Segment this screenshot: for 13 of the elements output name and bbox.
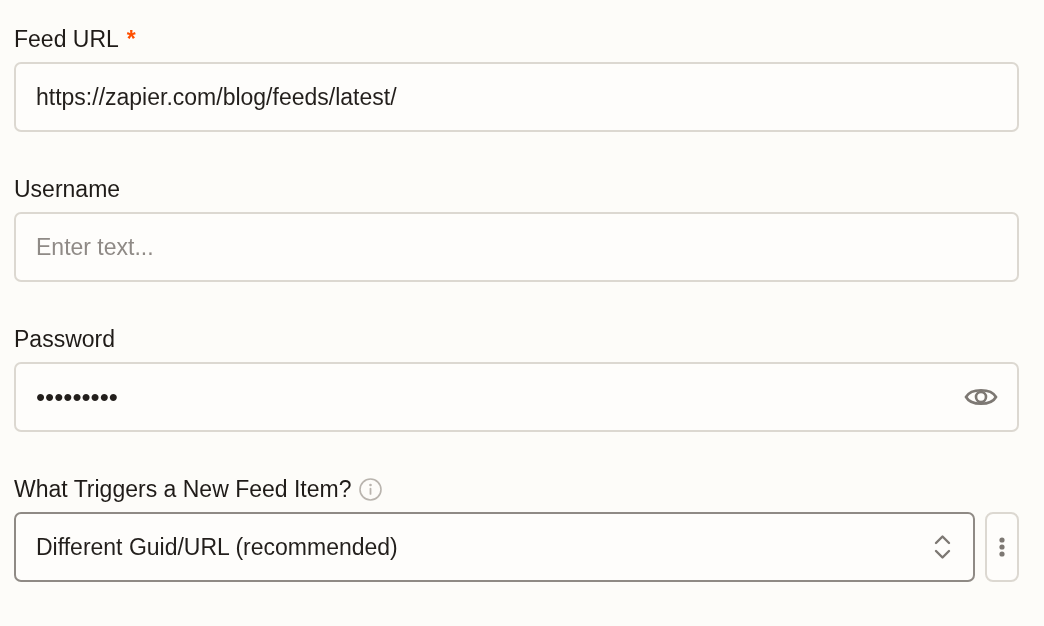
chevron-up-down-icon: [934, 534, 951, 560]
info-icon[interactable]: [359, 477, 383, 501]
field-label: What Triggers a New Feed Item?: [14, 475, 352, 504]
text-field[interactable]: Enter text...: [14, 212, 1019, 282]
dropdown-field[interactable]: Different Guid/URL (recommended): [14, 512, 975, 582]
vertical-dots-icon: [999, 537, 1005, 557]
more-options-button[interactable]: [985, 512, 1019, 582]
field-label: Password: [14, 325, 115, 354]
field-label: Feed URL: [14, 25, 119, 54]
password-field[interactable]: •••••••••: [14, 362, 1019, 432]
field-label: Username: [14, 175, 121, 204]
required-mark: *: [126, 25, 136, 54]
url-field[interactable]: https://zapier.com/blog/feeds/latest/: [14, 62, 1019, 132]
